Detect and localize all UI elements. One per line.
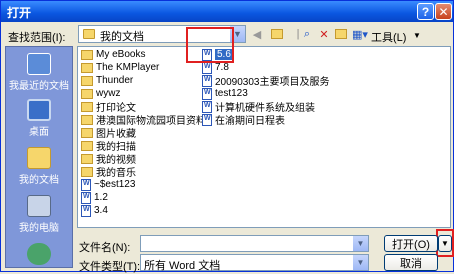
place-label: 我的电脑: [19, 223, 59, 234]
folder-icon: [81, 140, 93, 151]
folder-icon: [81, 114, 93, 125]
back-icon[interactable]: ◀: [250, 26, 264, 42]
filename-field[interactable]: ▼: [140, 235, 369, 252]
list-item[interactable]: 我的音乐: [81, 165, 136, 179]
network-places-icon: [27, 243, 51, 265]
open-dialog: 打开 ? ✕ 查找范围(I): 我的文档 ▼ ◀ | ⌕ ✕ ▦▾ 工具(L) …: [0, 0, 454, 273]
list-item[interactable]: 20090303主要项目及服务: [202, 74, 330, 88]
look-in-label: 查找范围(I):: [8, 32, 66, 44]
list-item[interactable]: My eBooks: [81, 48, 145, 61]
filetype-value: 所有 Word 文档: [144, 260, 221, 272]
word-document-icon: [202, 74, 212, 87]
file-list[interactable]: My eBooks The KMPlayer Thunder wywz 打印论文…: [77, 46, 451, 228]
place-label: 我最近的文档: [9, 81, 69, 92]
folder-icon: [81, 75, 93, 86]
chevron-down-icon[interactable]: ▼: [353, 255, 368, 270]
look-in-value: 我的文档: [100, 31, 144, 43]
up-folder-icon[interactable]: [269, 26, 285, 42]
list-item[interactable]: 1.2: [81, 191, 108, 204]
new-folder-icon[interactable]: [333, 26, 349, 42]
my-documents-icon: [27, 147, 51, 169]
place-my-computer[interactable]: 我的电脑: [6, 195, 72, 234]
delete-icon[interactable]: ✕: [317, 26, 331, 42]
close-button[interactable]: ✕: [435, 3, 452, 20]
help-button[interactable]: ?: [417, 3, 434, 20]
word-document-icon: [202, 113, 212, 126]
place-recent[interactable]: 我最近的文档: [6, 53, 72, 92]
folder-icon: [81, 166, 93, 177]
folder-icon: [81, 88, 93, 99]
folder-icon: [83, 29, 95, 39]
filename-label: 文件名(N):: [79, 242, 131, 254]
filetype-select[interactable]: 所有 Word 文档 ▼: [140, 254, 369, 272]
word-document-icon: [81, 191, 91, 204]
views-icon[interactable]: ▦▾: [351, 26, 369, 42]
list-item[interactable]: 3.4: [81, 204, 108, 217]
word-document-icon: [81, 204, 91, 217]
list-item[interactable]: Thunder: [81, 74, 133, 87]
word-document-icon: [202, 87, 212, 100]
search-web-icon[interactable]: ⌕: [299, 26, 315, 42]
place-my-documents[interactable]: 我的文档: [6, 147, 72, 186]
places-bar: 我最近的文档 桌面 我的文档 我的电脑: [5, 46, 73, 268]
word-document-icon: [202, 100, 212, 113]
window-title: 打开: [7, 6, 32, 20]
place-desktop[interactable]: 桌面: [6, 99, 72, 138]
title-bar: 打开 ? ✕: [1, 1, 453, 22]
folder-icon: [81, 49, 93, 60]
recent-documents-icon: [27, 53, 51, 75]
open-options-button[interactable]: ▼: [438, 235, 452, 252]
place-network[interactable]: [6, 243, 72, 267]
cancel-button[interactable]: 取消: [384, 254, 438, 271]
word-document-icon: [81, 178, 91, 191]
folder-icon: [81, 153, 93, 164]
list-item[interactable]: 在渝期间日程表: [202, 113, 285, 127]
chevron-down-icon[interactable]: ▼: [353, 236, 368, 251]
highlight-box: [186, 27, 234, 63]
list-item[interactable]: ~$est123: [81, 178, 135, 191]
open-button[interactable]: 打开(O): [384, 235, 438, 252]
list-item[interactable]: The KMPlayer: [81, 61, 159, 74]
my-computer-icon: [27, 195, 51, 217]
tools-menu[interactable]: 工具(L): [371, 29, 406, 45]
tools-chevron-icon[interactable]: ▼: [412, 27, 422, 43]
desktop-icon: [27, 99, 51, 121]
word-document-icon: [202, 61, 212, 74]
folder-icon: [81, 62, 93, 73]
folder-icon: [81, 127, 93, 138]
place-label: 桌面: [29, 127, 49, 138]
place-label: 我的文档: [19, 175, 59, 186]
folder-icon: [81, 101, 93, 112]
